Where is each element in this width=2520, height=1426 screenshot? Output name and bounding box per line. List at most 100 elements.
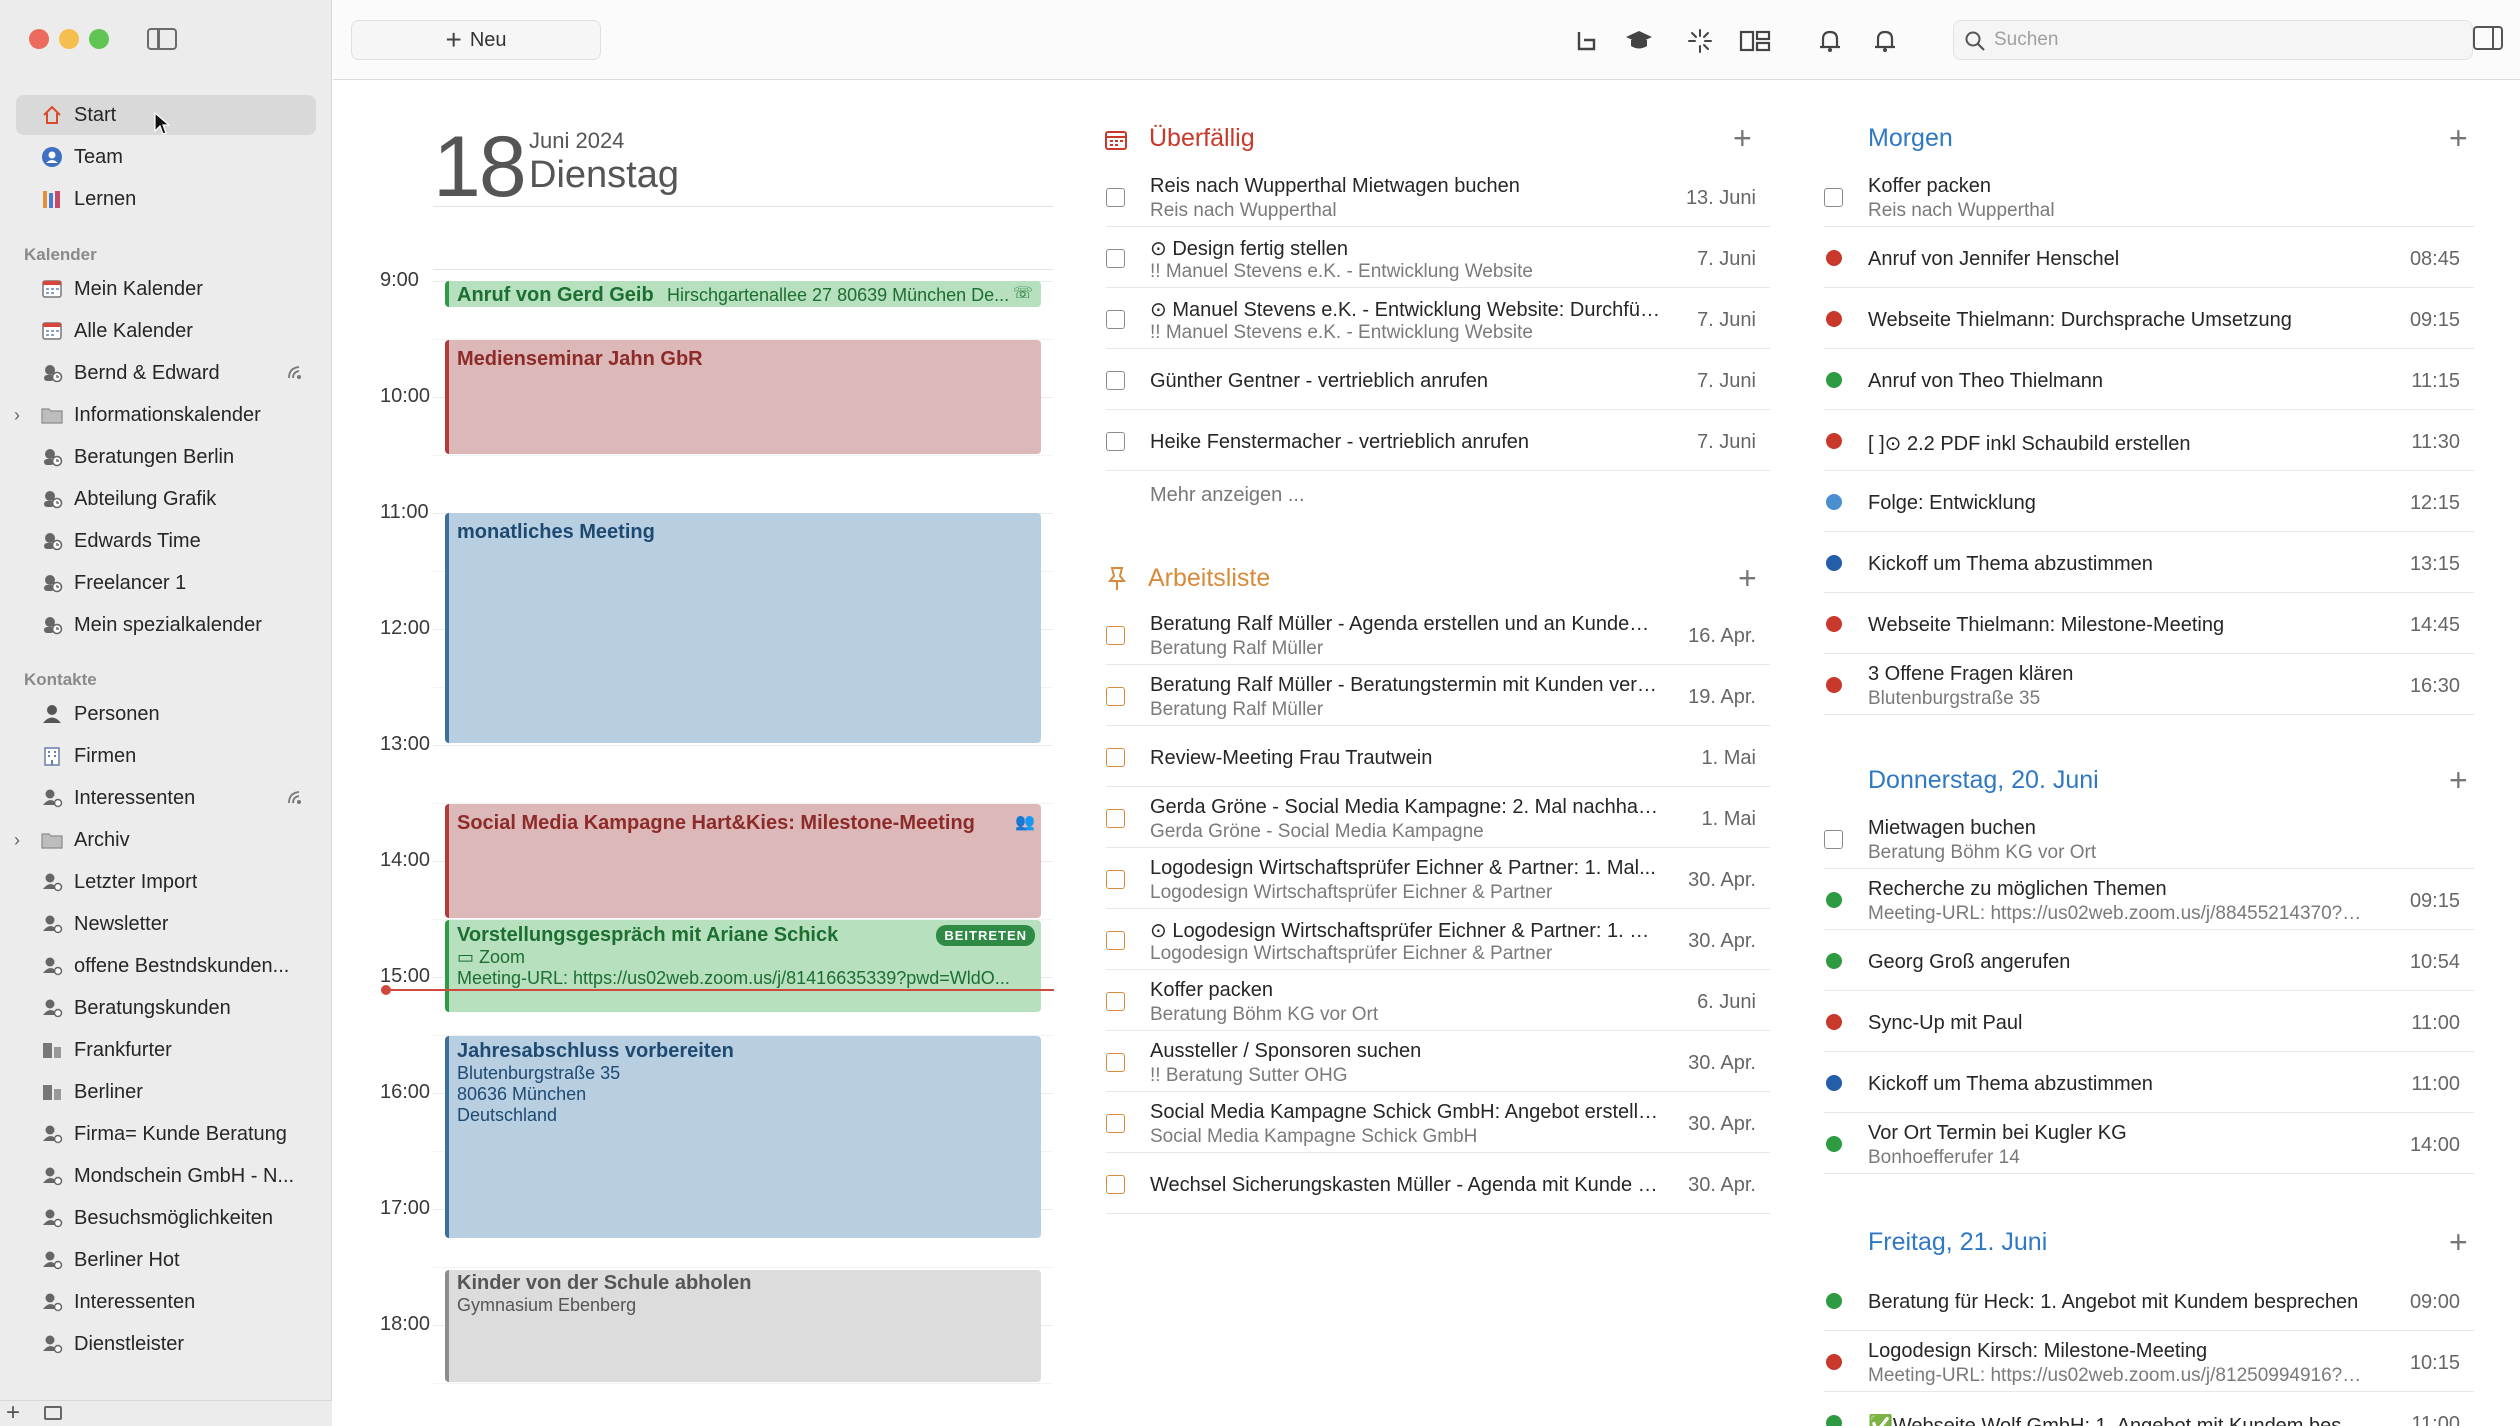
upcoming-item[interactable]: 3 Offene Fragen klären Blutenburgstraße 3… <box>1824 654 2474 715</box>
chevron-right-icon[interactable]: › <box>14 405 20 426</box>
sidebar-item-lernen[interactable]: Lernen <box>16 179 316 219</box>
event-medienseminar[interactable]: Medienseminar Jahn GbR <box>445 340 1041 454</box>
worklist-item[interactable]: Wechsel Sicherungskasten Müller - Agenda… <box>1106 1153 1770 1214</box>
sidebar-item-calendar[interactable]: › Informationskalender <box>14 395 316 435</box>
event-social-media-kampagne[interactable]: Social Media Kampagne Hart&Kies: Milesto… <box>445 804 1041 918</box>
layout-icon[interactable] <box>1738 24 1772 58</box>
worklist-item[interactable]: Review-Meeting Frau Trautwein 1. Mai <box>1106 726 1770 787</box>
task-checkbox[interactable] <box>1106 1175 1125 1194</box>
sidebar-item-calendar[interactable]: Beratungen Berlin <box>16 437 316 477</box>
event-monatliches-meeting[interactable]: monatliches Meeting <box>445 513 1041 743</box>
sidebar-item-calendar[interactable]: Freelancer 1 <box>16 563 316 603</box>
worklist-item[interactable]: Beratung Ralf Müller - Agenda erstellen … <box>1106 604 1770 665</box>
upcoming-item[interactable]: Koffer packen Reis nach Wupperthal <box>1824 166 2474 227</box>
sparkle-icon[interactable] <box>1683 24 1717 58</box>
sidebar-item-contact[interactable]: Firmen <box>16 736 316 776</box>
sidebar-item-calendar[interactable]: Mein Kalender <box>16 269 316 309</box>
add-upcoming-button[interactable]: + <box>2449 762 2468 799</box>
upcoming-item[interactable]: Anruf von Theo Thielmann 11:15 <box>1824 349 2474 410</box>
upcoming-item[interactable]: Sync-Up mit Paul 11:00 <box>1824 991 2474 1052</box>
sidebar-item-contact[interactable]: Berliner <box>16 1072 316 1112</box>
sidebar-item-contact[interactable]: Berliner Hot <box>16 1240 316 1280</box>
upcoming-item[interactable]: Logodesign Kirsch: Milestone-Meeting Meet… <box>1824 1331 2474 1392</box>
sidebar-item-contact[interactable]: offene Bestndskunden... <box>16 946 316 986</box>
add-overdue-button[interactable]: + <box>1733 120 1752 157</box>
upcoming-item[interactable]: Kickoff um Thema abzustimmen 11:00 <box>1824 1052 2474 1113</box>
task-checkbox[interactable] <box>1106 188 1125 207</box>
show-more-link[interactable]: Mehr anzeigen ... <box>1150 484 1305 507</box>
overdue-item[interactable]: Reis nach Wupperthal Mietwagen buchen Rei… <box>1106 166 1770 227</box>
event-jahresabschluss[interactable]: Jahresabschluss vorbereiten Blutenburgst… <box>445 1036 1041 1238</box>
upcoming-item[interactable]: Recherche zu möglichen Themen Meeting-URL… <box>1824 869 2474 930</box>
upcoming-item[interactable]: Webseite Thielmann: Durchsprache Umsetzu… <box>1824 288 2474 349</box>
add-icon[interactable]: + <box>6 1399 20 1426</box>
overdue-item[interactable]: Heike Fenstermacher - vertrieblich anruf… <box>1106 410 1770 471</box>
calendar-small-icon[interactable] <box>44 1406 62 1420</box>
bell-icon[interactable] <box>1868 24 1902 58</box>
task-checkbox[interactable] <box>1106 626 1125 645</box>
sidebar-item-contact[interactable]: Letzter Import <box>16 862 316 902</box>
sidebar-item-contact[interactable]: Firma= Kunde Beratung <box>16 1114 316 1154</box>
event-kinder-abholen[interactable]: Kinder von der Schule abholen Gymnasium … <box>445 1270 1041 1382</box>
event-vorstellungsgespraech[interactable]: Vorstellungsgespräch mit Ariane Schick B… <box>445 920 1041 1012</box>
upcoming-item[interactable]: Folge: Entwicklung 12:15 <box>1824 471 2474 532</box>
add-worklist-button[interactable]: + <box>1738 560 1757 597</box>
all-day-area[interactable] <box>433 206 1053 270</box>
add-upcoming-button[interactable]: + <box>2449 1224 2468 1261</box>
sidebar-item-contact[interactable]: Beratungskunden <box>16 988 316 1028</box>
zoom-window-button[interactable] <box>89 29 109 49</box>
sidebar-item-contact[interactable]: Interessenten <box>16 1282 316 1322</box>
worklist-item[interactable]: Social Media Kampagne Schick GmbH: Angeb… <box>1106 1092 1770 1153</box>
join-badge[interactable]: BEITRETEN <box>936 925 1035 946</box>
right-panel-toggle-icon[interactable] <box>2473 26 2503 50</box>
task-checkbox[interactable] <box>1824 188 1843 207</box>
overdue-item[interactable]: ⊙ Manuel Stevens e.K. - Entwicklung Webs… <box>1106 288 1770 349</box>
notification-settings-icon[interactable] <box>1813 24 1847 58</box>
task-checkbox[interactable] <box>1106 249 1125 268</box>
upcoming-item[interactable]: ✅Webseite Wolf GmbH: 1. Angebot mit Kund… <box>1824 1392 2474 1426</box>
upcoming-item[interactable]: Georg Groß angerufen 10:54 <box>1824 930 2474 991</box>
task-checkbox[interactable] <box>1106 1114 1125 1133</box>
upcoming-item[interactable]: Beratung für Heck: 1. Angebot mit Kundem… <box>1824 1270 2474 1331</box>
overdue-item[interactable]: Günther Gentner - vertrieblich anrufen 7.… <box>1106 349 1770 410</box>
worklist-item[interactable]: Logodesign Wirtschaftsprüfer Eichner & P… <box>1106 848 1770 909</box>
sidebar-item-calendar[interactable]: Alle Kalender <box>16 311 316 351</box>
sidebar-item-contact[interactable]: Besuchsmöglichkeiten <box>16 1198 316 1238</box>
event-anruf-gerd-geib[interactable]: Anruf von Gerd Geib Hirschgartenallee 27… <box>445 281 1041 307</box>
sidebar-item-contact[interactable]: Newsletter <box>16 904 316 944</box>
upcoming-item[interactable]: Anruf von Jennifer Henschel 08:45 <box>1824 227 2474 288</box>
close-window-button[interactable] <box>29 29 49 49</box>
worklist-item[interactable]: Aussteller / Sponsoren suchen !! Beratung… <box>1106 1031 1770 1092</box>
task-checkbox[interactable] <box>1106 870 1125 889</box>
task-checkbox[interactable] <box>1106 432 1125 451</box>
worklist-item[interactable]: ⊙ Logodesign Wirtschaftsprüfer Eichner &… <box>1106 909 1770 970</box>
sidebar-item-contact[interactable]: Interessenten <box>16 778 316 818</box>
sidebar-item-team[interactable]: Team <box>16 137 316 177</box>
add-upcoming-button[interactable]: + <box>2449 120 2468 157</box>
chevron-right-icon[interactable]: › <box>14 830 20 851</box>
sidebar-item-calendar[interactable]: Abteilung Grafik <box>16 479 316 519</box>
upcoming-item[interactable]: Vor Ort Termin bei Kugler KG Bonhoefferuf… <box>1824 1113 2474 1174</box>
upcoming-item[interactable]: Webseite Thielmann: Milestone-Meeting 14:… <box>1824 593 2474 654</box>
sidebar-item-calendar[interactable]: Bernd & Edward <box>16 353 316 393</box>
task-checkbox[interactable] <box>1106 687 1125 706</box>
sidebar-item-contact[interactable]: Frankfurter <box>16 1030 316 1070</box>
new-button[interactable]: + Neu <box>351 20 601 60</box>
search-input[interactable]: Suchen <box>1953 20 2473 60</box>
graduation-cap-icon[interactable] <box>1622 24 1656 58</box>
task-checkbox[interactable] <box>1106 931 1125 950</box>
task-checkbox[interactable] <box>1106 748 1125 767</box>
task-checkbox[interactable] <box>1106 992 1125 1011</box>
worklist-item[interactable]: Beratung Ralf Müller - Beratungstermin m… <box>1106 665 1770 726</box>
worklist-item[interactable]: Koffer packen Beratung Böhm KG vor Ort 6. … <box>1106 970 1770 1031</box>
sidebar-item-contact[interactable]: Mondschein GmbH - N... <box>16 1156 316 1196</box>
sidebar-toggle-icon[interactable] <box>147 28 177 50</box>
sidebar-item-calendar[interactable]: Mein spezialkalender <box>16 605 316 645</box>
upcoming-item[interactable]: [ ]⊙ 2.2 PDF inkl Schaubild erstellen 11:… <box>1824 410 2474 471</box>
task-checkbox[interactable] <box>1106 371 1125 390</box>
overdue-item[interactable]: ⊙ Design fertig stellen!! Manuel Stevens… <box>1106 227 1770 288</box>
minimize-window-button[interactable] <box>59 29 79 49</box>
upcoming-item[interactable]: Mietwagen buchen Beratung Böhm KG vor Ort <box>1824 808 2474 869</box>
task-checkbox[interactable] <box>1824 830 1843 849</box>
worklist-item[interactable]: Gerda Gröne - Social Media Kampagne: 2. … <box>1106 787 1770 848</box>
